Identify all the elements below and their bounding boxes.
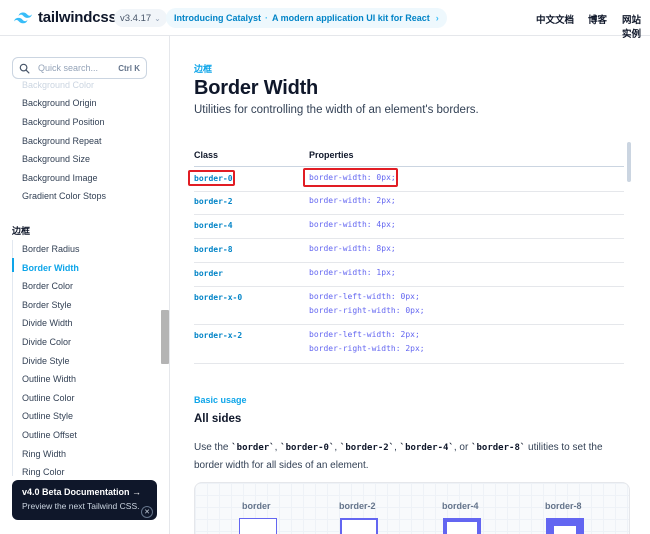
sidebar-item-background-position[interactable]: Background Position <box>22 117 105 127</box>
sidebar-item-background-size[interactable]: Background Size <box>22 154 90 164</box>
sidebar-item-border-style[interactable]: Border Style <box>22 300 72 310</box>
table-header-class: Class <box>194 150 219 160</box>
nav-guide-line <box>12 240 13 476</box>
table-cell-property: border-right-width: 0px; <box>309 306 425 315</box>
nav-blog[interactable]: 博客 <box>588 12 607 26</box>
sidebar-item-background-origin[interactable]: Background Origin <box>22 98 97 108</box>
section-heading-all-sides: All sides <box>194 413 242 425</box>
announce-right: A modern application UI kit for React <box>272 13 430 23</box>
beta-title: v4.0 Beta Documentation → <box>22 487 142 497</box>
table-cell-class: border-2 <box>194 197 233 206</box>
table-row-divider <box>194 262 624 263</box>
top-header: tailwindcss v3.4.17 ⌄ Introducing Cataly… <box>0 0 650 40</box>
table-cell-class: border-4 <box>194 221 233 230</box>
sidebar-item-outline-style[interactable]: Outline Style <box>22 411 73 421</box>
sidebar: Quick search... Ctrl K Background Color B… <box>0 36 170 534</box>
demo-box-border-8 <box>546 518 584 534</box>
code-border: `border` <box>231 443 275 453</box>
page-title: Border Width <box>194 77 319 99</box>
search-input[interactable]: Quick search... Ctrl K <box>12 57 147 79</box>
highlight-properties-cell <box>303 168 398 187</box>
beta-docs-card[interactable]: v4.0 Beta Documentation → Preview the ne… <box>12 480 157 520</box>
sidebar-item-border-color[interactable]: Border Color <box>22 281 73 291</box>
demo-label-border-8: border-8 <box>545 501 582 511</box>
sidebar-item-border-radius[interactable]: Border Radius <box>22 244 80 254</box>
sidebar-item-outline-width[interactable]: Outline Width <box>22 374 76 384</box>
dot-separator-icon: · <box>265 13 269 23</box>
main-content: 边框 Border Width Utilities for controllin… <box>171 36 650 534</box>
table-cell-property: border-width: 1px; <box>309 268 396 277</box>
section-eyebrow: 边框 <box>194 64 213 74</box>
table-cell-property: border-right-width: 2px; <box>309 344 425 353</box>
highlight-class-cell <box>188 170 235 186</box>
table-row-divider <box>194 324 624 325</box>
sidebar-item-background-repeat[interactable]: Background Repeat <box>22 136 102 146</box>
sidebar-item-outline-color[interactable]: Outline Color <box>22 393 75 403</box>
demo-label-border-2: border-2 <box>339 501 376 511</box>
table-row-divider <box>194 286 624 287</box>
code-border-2: `border-2` <box>339 443 395 453</box>
sidebar-item-background-image[interactable]: Background Image <box>22 173 98 183</box>
search-icon <box>19 63 30 73</box>
table-cell-class: border-x-2 <box>194 331 243 340</box>
version-select[interactable]: v3.4.17 ⌄ <box>114 9 167 27</box>
version-label: v3.4.17 <box>120 12 152 24</box>
table-cell-property: border-width: 2px; <box>309 196 396 205</box>
table-row-divider <box>194 238 624 239</box>
demo-label-border: border <box>242 501 271 511</box>
search-shortcut: Ctrl K <box>118 63 140 73</box>
sidebar-item-gradient-color-stops[interactable]: Gradient Color Stops <box>22 191 106 201</box>
table-cell-class: border-x-0 <box>194 293 243 302</box>
section-heading-borders: 边框 <box>12 226 31 236</box>
table-cell-property: border-left-width: 2px; <box>309 330 420 339</box>
table-scrollbar[interactable] <box>627 142 631 182</box>
announcement-link[interactable]: Introducing Catalyst · A modern applicat… <box>166 8 447 28</box>
table-header-divider <box>194 166 624 167</box>
code-border-4: `border-4` <box>399 443 454 453</box>
code-border-0: `border-0` <box>280 443 335 453</box>
nav-chinese-docs[interactable]: 中文文档 <box>536 12 574 26</box>
logo-text: tailwindcss <box>38 9 117 26</box>
sidebar-item-divide-width[interactable]: Divide Width <box>22 318 73 328</box>
para-prefix: Use the <box>194 442 232 453</box>
sidebar-item-divide-color[interactable]: Divide Color <box>22 337 71 347</box>
basic-usage-paragraph: Use the `border`, `border-0`, `border-2`… <box>194 442 603 471</box>
sidebar-scrollbar[interactable] <box>161 310 169 364</box>
table-cell-property: border-width: 4px; <box>309 220 396 229</box>
demo-box-border <box>239 518 277 534</box>
table-cell-property: border-left-width: 0px; <box>309 292 420 301</box>
table-row-divider <box>194 191 624 192</box>
sidebar-item-border-width[interactable]: Border Width <box>22 263 79 273</box>
beta-subtitle: Preview the next Tailwind CSS. <box>22 501 140 511</box>
active-indicator <box>12 258 14 272</box>
demo-box-border-2 <box>340 518 378 534</box>
table-bottom-divider <box>194 363 624 364</box>
page-lead: Utilities for controlling the width of a… <box>194 104 479 116</box>
search-placeholder: Quick search... <box>38 63 99 73</box>
sidebar-item-ring-color[interactable]: Ring Color <box>22 467 65 477</box>
demo-box-border-4 <box>443 518 481 534</box>
basic-usage-link[interactable]: Basic usage <box>194 395 247 405</box>
sidebar-item-background-color[interactable]: Background Color <box>22 80 94 90</box>
logo[interactable]: tailwindcss <box>14 9 117 26</box>
table-cell-class: border-8 <box>194 245 233 254</box>
tailwind-logo-icon <box>14 12 32 23</box>
sidebar-item-outline-offset[interactable]: Outline Offset <box>22 430 77 440</box>
sidebar-item-ring-width[interactable]: Ring Width <box>22 449 66 459</box>
sidebar-item-divide-style[interactable]: Divide Style <box>22 356 70 366</box>
chevron-down-icon: ⌄ <box>154 13 161 23</box>
code-border-8: `border-8` <box>471 443 526 453</box>
chevron-right-icon: › <box>435 13 439 23</box>
table-cell-property: border-width: 8px; <box>309 244 396 253</box>
table-header-properties: Properties <box>309 150 354 160</box>
announce-left: Introducing Catalyst <box>174 13 262 23</box>
table-cell-class: border <box>194 269 223 278</box>
table-row-divider <box>194 214 624 215</box>
close-icon[interactable]: ✕ <box>141 506 153 518</box>
demo-label-border-4: border-4 <box>442 501 479 511</box>
